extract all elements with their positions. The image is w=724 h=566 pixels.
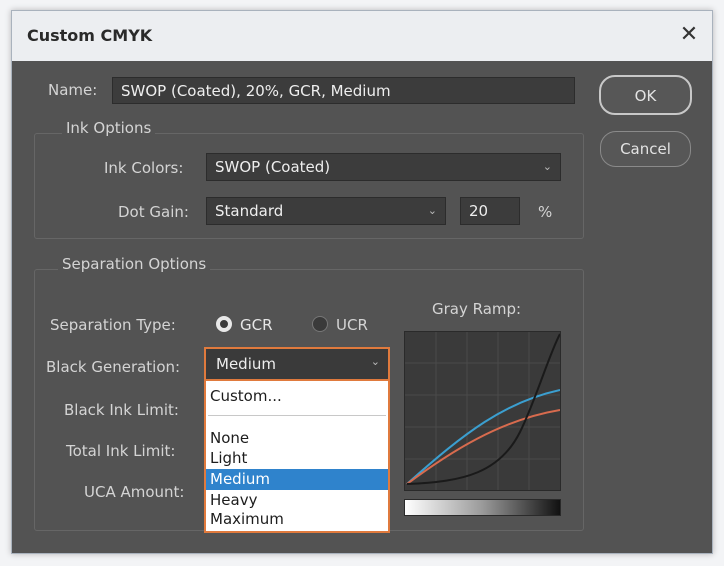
dropdown-item-none[interactable]: None xyxy=(210,429,388,447)
uca-amount-label: UCA Amount: xyxy=(84,483,185,501)
gcr-label: GCR xyxy=(240,316,273,334)
ink-colors-value: SWOP (Coated) xyxy=(215,158,331,176)
black-generation-value: Medium xyxy=(216,355,276,373)
gray-ramp-bar xyxy=(404,499,561,516)
dropdown-divider xyxy=(208,415,386,416)
gray-ramp-label: Gray Ramp: xyxy=(432,300,522,318)
gcr-radio[interactable] xyxy=(216,316,232,332)
dropdown-item-medium-label: Medium xyxy=(210,470,270,488)
black-ink-limit-label: Black Ink Limit: xyxy=(64,401,179,419)
separation-options-legend: Separation Options xyxy=(58,255,211,273)
ink-colors-select[interactable]: SWOP (Coated) ⌄ xyxy=(206,153,561,181)
dropdown-item-custom[interactable]: Custom... xyxy=(210,387,388,405)
black-generation-select[interactable]: Medium ⌄ xyxy=(204,347,390,381)
gray-ramp-graph xyxy=(404,331,561,491)
dropdown-item-light[interactable]: Light xyxy=(210,449,388,467)
dropdown-item-medium[interactable]: Medium xyxy=(206,469,388,490)
chevron-down-icon: ⌄ xyxy=(542,160,552,173)
ok-button[interactable]: OK xyxy=(599,75,692,115)
dot-gain-amount-input[interactable]: 20 xyxy=(460,197,520,225)
ink-colors-label: Ink Colors: xyxy=(104,159,184,177)
chevron-down-icon: ⌄ xyxy=(370,355,380,368)
dot-gain-unit: % xyxy=(538,203,553,221)
black-generation-label: Black Generation: xyxy=(46,358,181,376)
ink-options-legend: Ink Options xyxy=(62,119,156,137)
custom-cmyk-dialog: Custom CMYK ✕ Name: SWOP (Coated), 20%, … xyxy=(11,10,713,554)
cancel-button[interactable]: Cancel xyxy=(600,131,691,167)
close-icon[interactable]: ✕ xyxy=(676,22,702,48)
dot-gain-label: Dot Gain: xyxy=(118,203,189,221)
dropdown-item-heavy[interactable]: Heavy xyxy=(210,491,388,509)
dot-gain-select[interactable]: Standard ⌄ xyxy=(206,197,446,225)
chevron-down-icon: ⌄ xyxy=(427,204,437,217)
ucr-radio[interactable] xyxy=(312,316,328,332)
name-field[interactable]: SWOP (Coated), 20%, GCR, Medium xyxy=(112,77,575,104)
black-generation-dropdown: Custom... None Light Medium Heavy Maximu… xyxy=(204,379,390,533)
dot-gain-value: Standard xyxy=(215,202,284,220)
separation-type-label: Separation Type: xyxy=(50,316,176,334)
ucr-label: UCR xyxy=(336,316,368,334)
title-bar: Custom CMYK ✕ xyxy=(12,11,712,61)
total-ink-limit-label: Total Ink Limit: xyxy=(66,442,176,460)
dropdown-item-maximum[interactable]: Maximum xyxy=(210,510,388,528)
dialog-title: Custom CMYK xyxy=(27,26,153,45)
name-label: Name: xyxy=(48,81,98,99)
